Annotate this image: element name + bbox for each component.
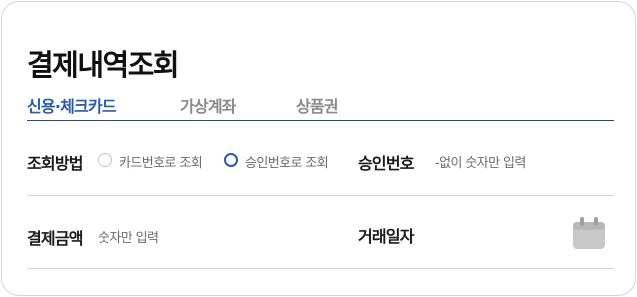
- radio-card-number[interactable]: [98, 153, 112, 167]
- lookup-method-label: 조회방법: [27, 154, 83, 173]
- payment-amount-input[interactable]: 숫자만 입력: [98, 227, 159, 246]
- bottom-divider: [27, 268, 614, 269]
- tab-underline: [27, 120, 614, 121]
- tab-gift-certificate[interactable]: 상품권: [296, 93, 339, 117]
- radio-card-number-label[interactable]: 카드번호로 조회: [119, 152, 203, 171]
- row-divider: [27, 195, 614, 196]
- payment-amount-label: 결제금액: [27, 229, 83, 248]
- approval-number-input[interactable]: -없이 숫자만 입력: [435, 152, 526, 171]
- approval-number-label: 승인번호: [358, 154, 414, 173]
- page-title: 결제내역조회: [27, 48, 180, 82]
- radio-approval-number-label[interactable]: 승인번호로 조회: [245, 152, 329, 171]
- tab-virtual-account[interactable]: 가상계좌: [180, 93, 236, 117]
- calendar-icon[interactable]: [572, 216, 606, 250]
- transaction-date-label: 거래일자: [358, 227, 414, 246]
- radio-approval-number[interactable]: [224, 153, 238, 167]
- tab-credit-check-card[interactable]: 신용·체크카드: [27, 93, 117, 117]
